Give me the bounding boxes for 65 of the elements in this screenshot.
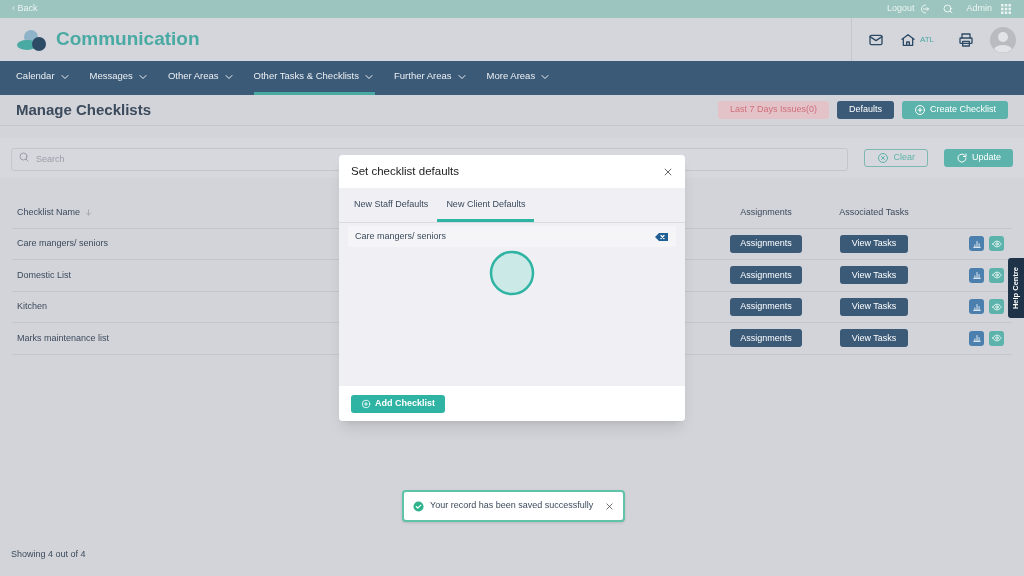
- clear-icon: [877, 152, 890, 164]
- view-tasks-button[interactable]: View Tasks: [839, 329, 909, 348]
- check-circle-icon: [413, 500, 424, 512]
- remove-icon: [654, 231, 669, 242]
- column-header: Assignments: [739, 205, 793, 219]
- loading-circle-icon: [489, 250, 535, 296]
- bar-chart-icon: [971, 301, 982, 312]
- bar-chart-icon: [971, 270, 982, 281]
- record-count: Showing 4 out of 4: [11, 548, 86, 561]
- column-header: Checklist Name: [17, 205, 81, 219]
- eye-icon: [991, 301, 1002, 312]
- modal-tab[interactable]: New Staff Defaults: [345, 188, 438, 222]
- view-button[interactable]: [989, 267, 1004, 283]
- printer-icon: [958, 31, 974, 48]
- nav-tab[interactable]: Calendar: [16, 61, 71, 95]
- column-header: Associated Tasks: [838, 205, 910, 219]
- nav-tab[interactable]: Other Tasks & Checklists: [253, 61, 375, 95]
- view-tasks-button[interactable]: View Tasks: [839, 297, 909, 316]
- table-cell-text: Marks maintenance list: [16, 331, 111, 345]
- location-label: ATL: [919, 33, 934, 46]
- plus-circle-icon: [913, 104, 926, 116]
- view-button[interactable]: [989, 330, 1004, 346]
- close-icon: [663, 166, 673, 177]
- eye-icon: [991, 333, 1002, 344]
- avatar-icon: [990, 26, 1016, 53]
- plus-circle-icon: [361, 398, 371, 409]
- table-cell-text: Domestic List: [16, 268, 72, 282]
- view-tasks-button[interactable]: View Tasks: [839, 266, 909, 285]
- search-icon: [18, 151, 30, 164]
- eye-icon: [991, 270, 1002, 281]
- assignments-button[interactable]: Assignments: [730, 266, 802, 285]
- nav-tab[interactable]: More Areas: [486, 61, 552, 95]
- table-cell-text: Kitchen: [16, 300, 49, 313]
- refresh-icon: [955, 152, 968, 164]
- chart-button[interactable]: [969, 236, 984, 252]
- modal-tab[interactable]: New Client Defaults: [437, 188, 535, 222]
- home-icon: [899, 31, 916, 48]
- close-icon: [605, 501, 615, 511]
- assignments-button[interactable]: Assignments: [730, 329, 802, 348]
- view-button[interactable]: [989, 299, 1004, 315]
- grid-icon: [1000, 3, 1012, 15]
- nav-tab[interactable]: Other Areas: [167, 61, 235, 95]
- nav-tab[interactable]: Messages: [89, 61, 149, 95]
- defaults-button[interactable]: Defaults: [836, 101, 894, 119]
- checklist-item: Care mangers/ seniors: [348, 226, 676, 247]
- app-title: Communication: [56, 27, 200, 52]
- logo-icon: [16, 27, 48, 52]
- modal-title: Set checklist defaults: [351, 163, 461, 179]
- chart-button[interactable]: [969, 299, 984, 315]
- bar-chart-icon: [971, 333, 982, 344]
- nav-tab[interactable]: Further Areas: [394, 61, 468, 95]
- sort-arrow-icon: [84, 207, 94, 217]
- bar-chart-icon: [971, 238, 982, 249]
- chart-button[interactable]: [969, 267, 984, 283]
- toast-message: Your record has been saved successfully: [430, 499, 594, 513]
- table-cell-text: Care mangers/ seniors: [16, 237, 110, 250]
- view-button[interactable]: [989, 236, 1004, 252]
- eye-icon: [991, 238, 1002, 249]
- view-tasks-button[interactable]: View Tasks: [839, 234, 909, 253]
- page-title: Manage Checklists: [16, 99, 152, 120]
- assignments-button[interactable]: Assignments: [730, 234, 802, 253]
- logout-icon: [918, 3, 931, 15]
- search-icon: [942, 3, 955, 15]
- assignments-button[interactable]: Assignments: [730, 297, 802, 316]
- chart-button[interactable]: [969, 330, 984, 346]
